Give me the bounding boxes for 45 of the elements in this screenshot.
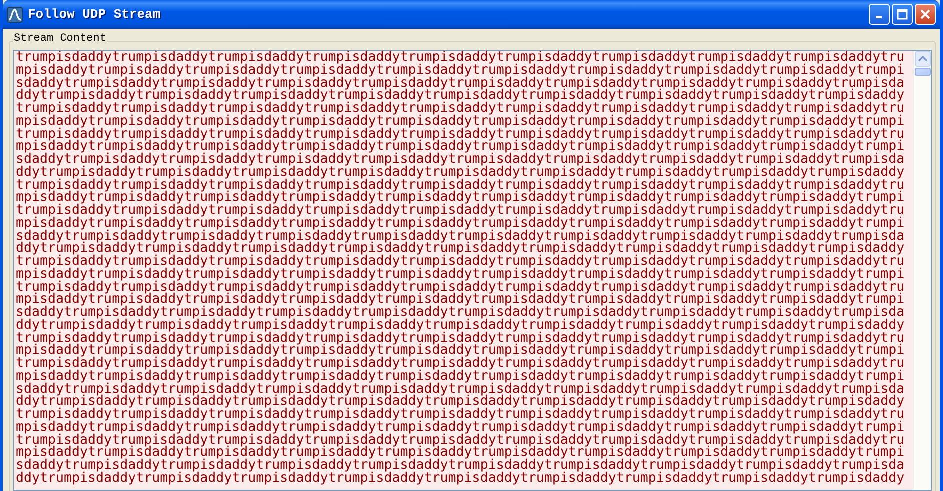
- stream-text-line: trumpisdaddytrumpisdaddytrumpisdaddytrumpisdaddytrumpisdaddytrumpisdaddytrumpisdaddytrumpisdaddytrumpisdaddytru: [16, 358, 906, 371]
- stream-text-line: mpisdaddytrumpisdaddytrumpisdaddytrumpisdaddytrumpisdaddytrumpisdaddytrumpisdaddytrumpisdaddytrumpisdaddytrumpi: [16, 294, 906, 307]
- stream-text-line: mpisdaddytrumpisdaddytrumpisdaddytrumpisdaddytrumpisdaddytrumpisdaddytrumpisdaddytrumpisdaddytrumpisdaddytrumpi: [16, 116, 906, 128]
- stream-text-line: sdaddytrumpisdaddytrumpisdaddytrumpisdaddytrumpisdaddytrumpisdaddytrumpisdaddytrumpisdaddytrumpisdaddytrumpisda: [16, 78, 906, 90]
- stream-text-line: mpisdaddytrumpisdaddytrumpisdaddytrumpisdaddytrumpisdaddytrumpisdaddytrumpisdaddytrumpisdaddytrumpisdaddytrumpi: [16, 64, 906, 78]
- stream-text-line: trumpisdaddytrumpisdaddytrumpisdaddytrumpisdaddytrumpisdaddytrumpisdaddytrumpisdaddytrumpisdaddytrumpisdaddytru: [16, 434, 906, 448]
- stream-text-line: ddytrumpisdaddytrumpisdaddytrumpisdaddytrumpisdaddytrumpisdaddytrumpisdaddytrumpisdaddytrumpisdaddytrumpisdaddy: [16, 166, 906, 180]
- stream-text-line: trumpisdaddytrumpisdaddytrumpisdaddytrumpisdaddytrumpisdaddytrumpisdaddytrumpisdaddytrumpisdaddytrumpisdaddytru: [16, 128, 906, 142]
- stream-text-line: trumpisdaddytrumpisdaddytrumpisdaddytrumpisdaddytrumpisdaddytrumpisdaddytrumpisdaddytrumpisdaddytrumpisdaddytru: [16, 409, 906, 422]
- stream-text-line: sdaddytrumpisdaddytrumpisdaddytrumpisdaddytrumpisdaddytrumpisdaddytrumpisdaddytrumpisdaddytrumpisdaddytrumpisda: [16, 154, 906, 167]
- stream-text-line: sdaddytrumpisdaddytrumpisdaddytrumpisdaddytrumpisdaddytrumpisdaddytrumpisdaddytrumpisdaddytrumpisdaddytrumpisda: [16, 307, 906, 320]
- scrollbar[interactable]: [913, 51, 931, 490]
- stream-text-line: mpisdaddytrumpisdaddytrumpisdaddytrumpisdaddytrumpisdaddytrumpisdaddytrumpisdaddytrumpisdaddytrumpisdaddytrumpi: [16, 345, 906, 358]
- scroll-up-icon[interactable]: [914, 51, 930, 67]
- stream-text-line: trumpisdaddytrumpisdaddytrumpisdaddytrumpisdaddytrumpisdaddytrumpisdaddytrumpisdaddytrumpisdaddytrumpisdaddytru: [16, 282, 906, 294]
- stream-text-line: trumpisdaddytrumpisdaddytrumpisdaddytrumpisdaddytrumpisdaddytrumpisdaddytrumpisdaddytrumpisdaddytrumpisdaddytru: [16, 180, 906, 192]
- stream-text-line: mpisdaddytrumpisdaddytrumpisdaddytrumpisdaddytrumpisdaddytrumpisdaddytrumpisdaddytrumpisdaddytrumpisdaddytrumpi: [16, 422, 906, 434]
- stream-text-line: mpisdaddytrumpisdaddytrumpisdaddytrumpisdaddytrumpisdaddytrumpisdaddytrumpisdaddytrumpisdaddytrumpisdaddytrumpi: [16, 447, 906, 460]
- stream-text-line: trumpisdaddytrumpisdaddytrumpisdaddytrumpisdaddytrumpisdaddytrumpisdaddytrumpisdaddytrumpisdaddytrumpisdaddytru: [16, 256, 906, 269]
- stream-text-line: trumpisdaddytrumpisdaddytrumpisdaddytrumpisdaddytrumpisdaddytrumpisdaddytrumpisdaddytrumpisdaddytrumpisdaddytru: [16, 332, 906, 346]
- stream-text-line: ddytrumpisdaddytrumpisdaddytrumpisdaddytrumpisdaddytrumpisdaddytrumpisdaddytrumpisdaddytrumpisdaddytrumpisdaddy: [16, 472, 906, 486]
- stream-text-line: trumpisdaddytrumpisdaddytrumpisdaddytrumpisdaddytrumpisdaddytrumpisdaddytrumpisdaddytrumpisdaddytrumpisdaddytru: [16, 205, 906, 218]
- stream-text-line: sdaddytrumpisdaddytrumpisdaddytrumpisdaddytrumpisdaddytrumpisdaddytrumpisdaddytrumpisdaddytrumpisdaddytrumpisda: [16, 460, 906, 473]
- maximize-button[interactable]: [892, 4, 913, 25]
- stream-text-line: trumpisdaddytrumpisdaddytrumpisdaddytrumpisdaddytrumpisdaddytrumpisdaddytrumpisdaddytrumpisdaddytrumpisdaddytru: [16, 103, 906, 116]
- stream-text-line: ddytrumpisdaddytrumpisdaddytrumpisdaddytrumpisdaddytrumpisdaddytrumpisdaddytrumpisdaddytrumpisdaddytrumpisdaddy: [16, 320, 906, 332]
- maximize-icon: [897, 9, 908, 20]
- stream-text-line: mpisdaddytrumpisdaddytrumpisdaddytrumpisdaddytrumpisdaddytrumpisdaddytrumpisdaddytrumpisdaddytrumpisdaddytrumpi: [16, 370, 906, 384]
- stream-text-line: trumpisdaddytrumpisdaddytrumpisdaddytrumpisdaddytrumpisdaddytrumpisdaddytrumpisdaddytrumpisdaddytrumpisdaddytru: [16, 52, 906, 65]
- stream-text-line: ddytrumpisdaddytrumpisdaddytrumpisdaddytrumpisdaddytrumpisdaddytrumpisdaddytrumpisdaddytrumpisdaddytrumpisdaddy: [16, 396, 906, 409]
- app-icon: [7, 6, 23, 22]
- stream-text-line: sdaddytrumpisdaddytrumpisdaddytrumpisdaddytrumpisdaddytrumpisdaddytrumpisdaddytrumpisdaddytrumpisdaddytrumpisda: [16, 384, 906, 396]
- close-button[interactable]: [915, 4, 936, 25]
- minimize-button[interactable]: [869, 4, 890, 25]
- window-title: Follow UDP Stream: [28, 7, 162, 22]
- scroll-thumb[interactable]: [914, 68, 930, 76]
- group-label: Stream Content: [13, 33, 108, 45]
- stream-text-line: mpisdaddytrumpisdaddytrumpisdaddytrumpisdaddytrumpisdaddytrumpisdaddytrumpisdaddytrumpisdaddytrumpisdaddytrumpi: [16, 218, 906, 230]
- stream-text-line: mpisdaddytrumpisdaddytrumpisdaddytrumpisdaddytrumpisdaddytrumpisdaddytrumpisdaddytrumpisdaddytrumpisdaddytrumpi: [16, 268, 906, 282]
- stream-text-line: ddytrumpisdaddytrumpisdaddytrumpisdaddytrumpisdaddytrumpisdaddytrumpisdaddytrumpisdaddytrumpisdaddytrumpisdaddy: [16, 90, 906, 103]
- stream-text-line: ddytrumpisdaddytrumpisdaddytrumpisdaddytrumpisdaddytrumpisdaddytrumpisdaddytrumpisdaddytrumpisdaddytrumpisdaddy: [16, 243, 906, 256]
- stream-text-line: mpisdaddytrumpisdaddytrumpisdaddytrumpisdaddytrumpisdaddytrumpisdaddytrumpisdaddytrumpisdaddytrumpisdaddytrumpi: [16, 192, 906, 205]
- stream-text-line: sdaddytrumpisdaddytrumpisdaddytrumpisdaddytrumpisdaddytrumpisdaddytrumpisdaddytrumpisdaddytrumpisdaddytrumpisda: [16, 230, 906, 244]
- stream-text-line: mpisdaddytrumpisdaddytrumpisdaddytrumpisdaddytrumpisdaddytrumpisdaddytrumpisdaddytrumpisdaddytrumpisdaddytrumpi: [16, 141, 906, 154]
- close-icon: [920, 9, 931, 20]
